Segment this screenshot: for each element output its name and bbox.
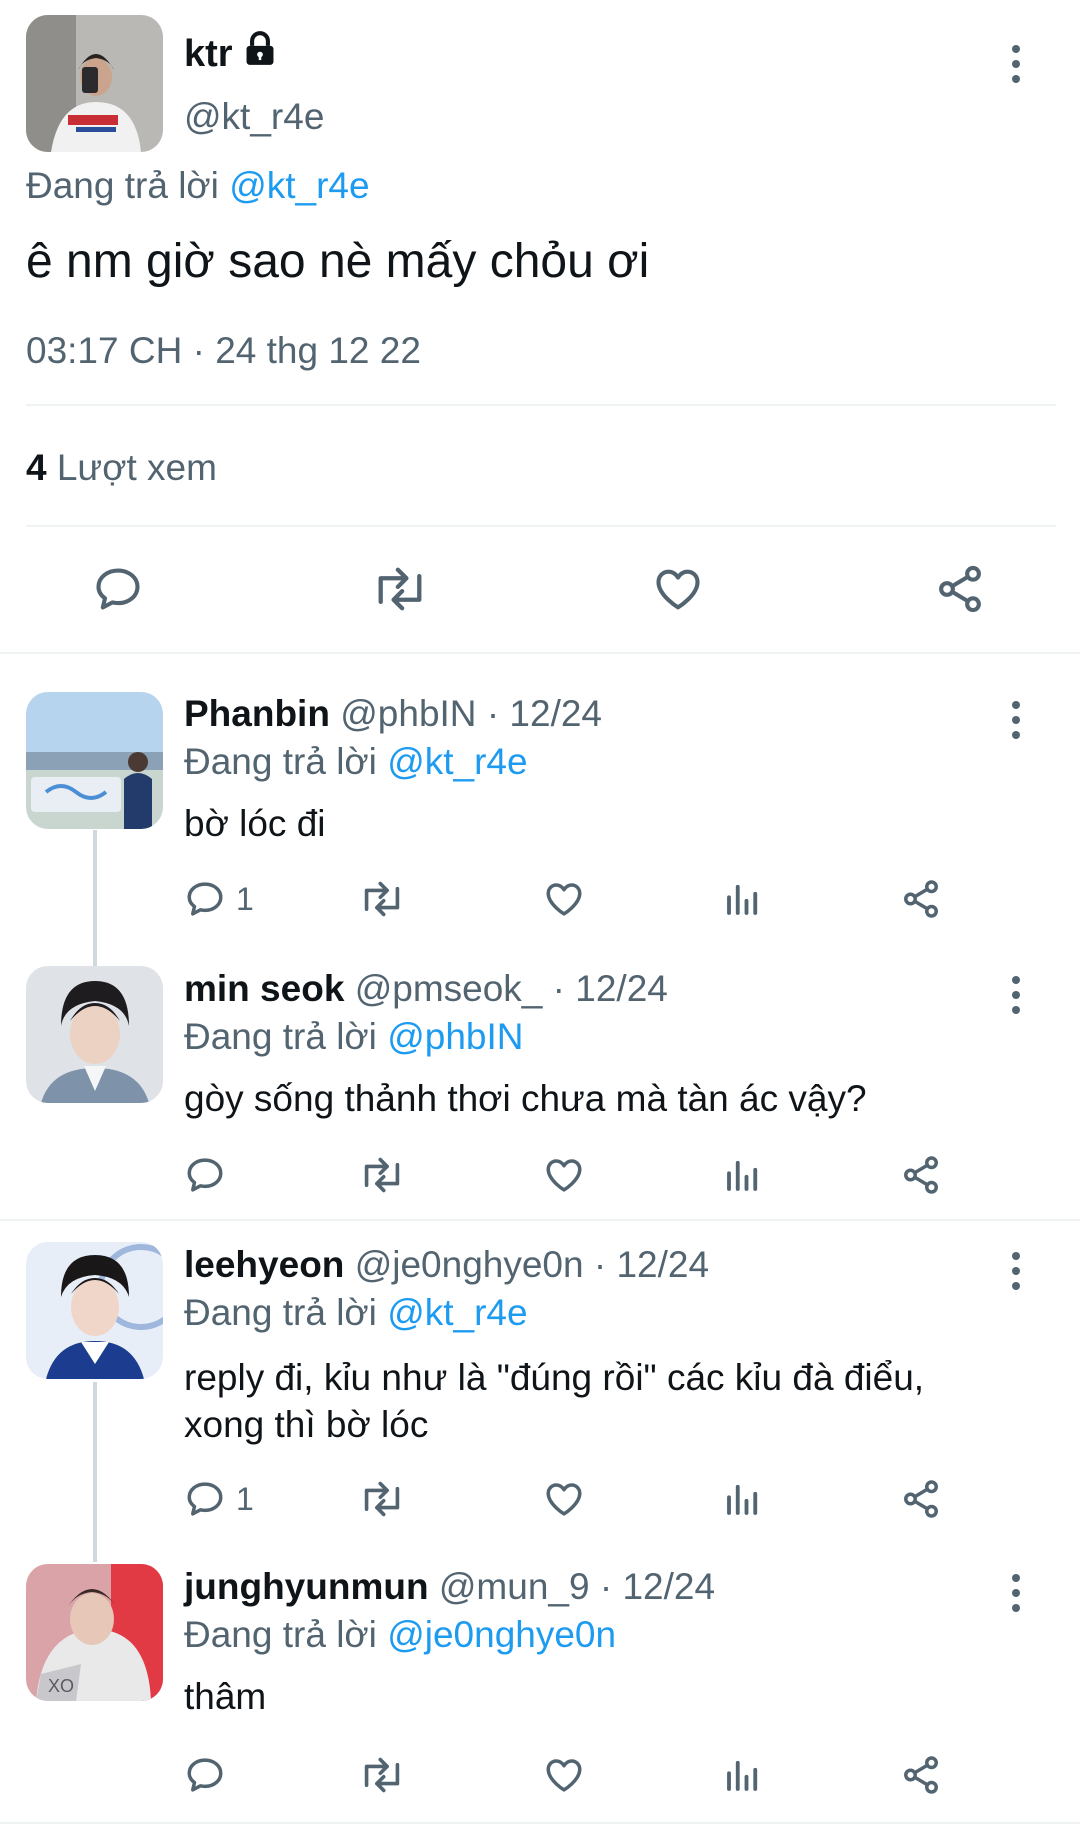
retweet-icon[interactable] xyxy=(358,1754,406,1796)
analytics-icon[interactable] xyxy=(722,1754,764,1796)
replying-to: Đang trả lời @kt_r4e xyxy=(184,1292,528,1334)
analytics-icon[interactable] xyxy=(722,1478,764,1520)
like-icon[interactable] xyxy=(652,563,704,615)
reply-text: reply đi, kỉu như là "đúng rồi" các kỉu … xyxy=(184,1357,925,1445)
reply-date[interactable]: · 12/24 xyxy=(594,1244,709,1285)
reply-date[interactable]: · 12/24 xyxy=(553,968,668,1009)
reply-button[interactable]: 1 xyxy=(184,1478,254,1520)
more-options-icon[interactable] xyxy=(1010,45,1022,83)
author-avatar[interactable] xyxy=(26,15,163,152)
reply-prefix: Đang trả lời xyxy=(26,165,219,206)
reply-prefix: Đang trả lời xyxy=(184,1292,377,1333)
author-handle[interactable]: @kt_r4e xyxy=(184,96,324,138)
reply-text: bờ lóc đi xyxy=(184,803,326,844)
reply-avatar[interactable] xyxy=(26,1242,163,1379)
reply-author-name[interactable]: Phanbin xyxy=(184,693,330,734)
analytics-icon[interactable] xyxy=(722,1154,764,1196)
reply-icon xyxy=(187,1482,223,1516)
views-number: 4 xyxy=(26,447,47,488)
replying-to: Đang trả lời @je0nghye0n xyxy=(184,1614,616,1656)
share-icon[interactable] xyxy=(934,563,986,615)
divider xyxy=(26,404,1056,406)
thread-line xyxy=(93,830,97,970)
tweet-text: ê nm giờ sao nè mấy chỏu ơi xyxy=(26,235,650,288)
reply-to-link[interactable]: @phbIN xyxy=(387,1016,523,1057)
reply-button[interactable]: 1 xyxy=(184,878,254,920)
reply-count: 1 xyxy=(236,1480,254,1517)
like-icon[interactable] xyxy=(543,1478,585,1520)
share-icon[interactable] xyxy=(900,1754,942,1796)
like-icon[interactable] xyxy=(543,878,585,920)
reply-icon xyxy=(187,882,223,916)
lock-icon xyxy=(241,30,279,78)
reply-author-handle[interactable]: @phbIN xyxy=(340,693,476,734)
like-icon[interactable] xyxy=(543,1154,585,1196)
reply-author-name[interactable]: leehyeon xyxy=(184,1244,344,1285)
reply-header: junghyunmun @mun_9 · 12/24 xyxy=(184,1566,715,1608)
thread-line xyxy=(93,1382,97,1562)
share-icon[interactable] xyxy=(900,878,942,920)
reply-icon xyxy=(187,1158,223,1192)
reply-to-link[interactable]: @kt_r4e xyxy=(387,741,527,782)
more-options-icon[interactable] xyxy=(1010,701,1022,739)
views-label: Lượt xem xyxy=(56,447,217,488)
reply-header: min seok @pmseok_ · 12/24 xyxy=(184,968,668,1010)
analytics-icon[interactable] xyxy=(722,878,764,920)
reply-author-handle[interactable]: @mun_9 xyxy=(439,1566,590,1607)
reply-button[interactable] xyxy=(184,1154,236,1196)
reply-date[interactable]: · 12/24 xyxy=(487,693,602,734)
tweet-timestamp[interactable]: 03:17 CH · 24 thg 12 22 xyxy=(26,330,421,372)
reply-author-name[interactable]: min seok xyxy=(184,968,344,1009)
reply-author-handle[interactable]: @pmseok_ xyxy=(355,968,543,1009)
reply-avatar[interactable] xyxy=(26,966,163,1103)
reply-icon xyxy=(187,1758,223,1792)
reply-count: 1 xyxy=(236,880,254,917)
reply-to-link[interactable]: @kt_r4e xyxy=(229,165,369,206)
divider xyxy=(0,1822,1080,1824)
retweet-icon[interactable] xyxy=(358,1154,406,1196)
retweet-icon[interactable] xyxy=(370,563,430,615)
share-icon[interactable] xyxy=(900,1154,942,1196)
retweet-icon[interactable] xyxy=(358,1478,406,1520)
reply-prefix: Đang trả lời xyxy=(184,1614,377,1655)
divider xyxy=(0,1219,1080,1221)
reply-button[interactable] xyxy=(184,1754,236,1796)
replying-to: Đang trả lời @phbIN xyxy=(184,1016,523,1058)
reply-prefix: Đang trả lời xyxy=(184,1016,377,1057)
reply-author-name[interactable]: junghyunmun xyxy=(184,1566,429,1607)
reply-date[interactable]: · 12/24 xyxy=(600,1566,715,1607)
replying-to: Đang trả lời @kt_r4e xyxy=(184,741,528,783)
reply-to-link[interactable]: @je0nghye0n xyxy=(387,1614,616,1655)
reply-avatar[interactable]: XO xyxy=(26,1564,163,1701)
retweet-icon[interactable] xyxy=(358,878,406,920)
reply-header: Phanbin @phbIN · 12/24 xyxy=(184,693,602,735)
reply-text: thâm xyxy=(184,1676,267,1717)
replying-to: Đang trả lời @kt_r4e xyxy=(26,165,370,207)
like-icon[interactable] xyxy=(543,1754,585,1796)
reply-prefix: Đang trả lời xyxy=(184,741,377,782)
reply-header: leehyeon @je0nghye0n · 12/24 xyxy=(184,1244,709,1286)
divider xyxy=(0,652,1080,654)
reply-text: gòy sống thảnh thơi chưa mà tàn ác vậy? xyxy=(184,1078,867,1119)
svg-text:XO: XO xyxy=(48,1676,74,1696)
reply-avatar[interactable] xyxy=(26,692,163,829)
views-count[interactable]: 4 Lượt xem xyxy=(26,447,217,489)
reply-icon[interactable] xyxy=(92,563,144,615)
share-icon[interactable] xyxy=(900,1478,942,1520)
more-options-icon[interactable] xyxy=(1010,1574,1022,1612)
more-options-icon[interactable] xyxy=(1010,1252,1022,1290)
more-options-icon[interactable] xyxy=(1010,976,1022,1014)
divider xyxy=(26,525,1056,527)
reply-to-link[interactable]: @kt_r4e xyxy=(387,1292,527,1333)
reply-author-handle[interactable]: @je0nghye0n xyxy=(355,1244,584,1285)
author-name[interactable]: ktr xyxy=(184,32,233,76)
